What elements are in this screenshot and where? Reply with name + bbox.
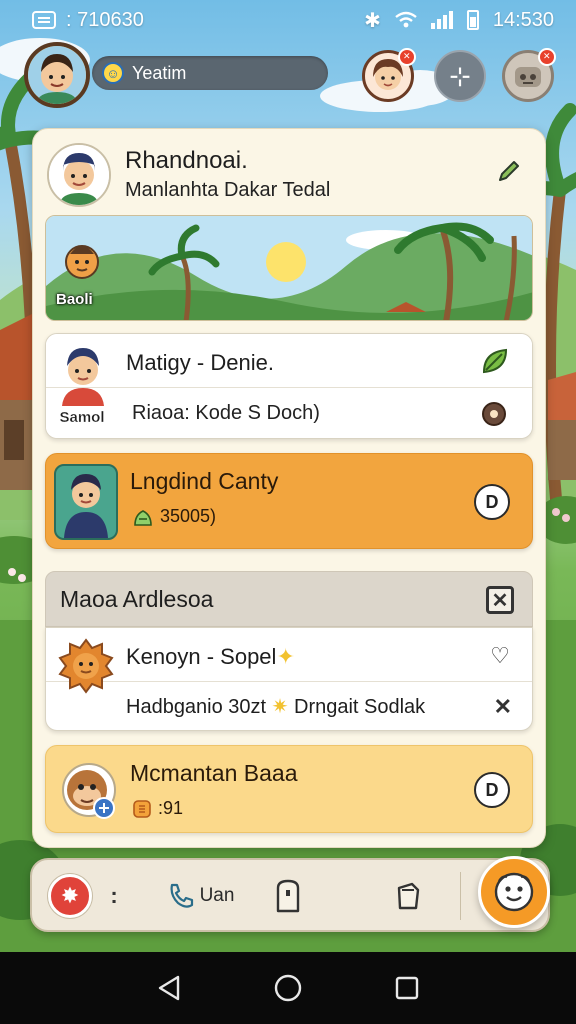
close-icon[interactable]: ✕	[494, 694, 512, 720]
dock-separator: :	[110, 883, 118, 908]
status-time: 14:530	[492, 8, 554, 31]
leaf-icon	[482, 348, 508, 374]
scenery-banner[interactable]: Baoli	[45, 215, 533, 321]
recents-icon	[395, 976, 418, 1000]
status-bar: : 710630 ✱ 14:530	[0, 0, 576, 40]
list-item-avatar	[56, 636, 116, 696]
list-item-subtitle: Hadbganio 30zt ✷ Drngait Sodlak	[126, 696, 426, 718]
search-field[interactable]: ☺ Yeatim	[92, 56, 328, 90]
list-item-title: Kenoyn - Sopel✦	[126, 644, 295, 669]
list-item-subtitle: :91	[132, 798, 183, 819]
call-button[interactable]: Uan	[150, 874, 250, 918]
highlight-card[interactable]: Lngdind Canty 35005) D	[45, 453, 533, 549]
recents-button[interactable]	[387, 968, 427, 1008]
banner-character-icon	[65, 245, 99, 279]
user-avatar[interactable]	[24, 42, 90, 108]
robot-icon	[515, 67, 541, 87]
back-button[interactable]	[149, 968, 189, 1008]
message-notification-icon	[32, 11, 56, 29]
close-box-icon[interactable]: ✕	[486, 586, 514, 614]
contact-subtitle: Riaoa: Kode S Doch)	[132, 402, 320, 424]
pencil-icon	[499, 161, 519, 181]
notification-badge	[538, 48, 556, 66]
leaf-button[interactable]	[478, 344, 512, 378]
add-button[interactable]: ⊹	[434, 50, 486, 102]
battery-icon	[466, 10, 479, 30]
play-icon: D	[485, 779, 499, 800]
highlight-amount: 35005)	[132, 506, 216, 527]
star-icon: ✷	[271, 696, 289, 718]
call-label: Uan	[199, 885, 235, 906]
banner-label: Baoli	[56, 291, 93, 308]
contact-card[interactable]: Samol Matigy - Denie. Riaoa: Kode S Doch…	[45, 333, 533, 439]
home-button[interactable]	[268, 968, 308, 1008]
phone-icon	[170, 883, 193, 908]
profile-avatar	[47, 143, 111, 207]
search-text: Yeatim	[132, 62, 187, 83]
heart-icon[interactable]: ♡	[486, 642, 514, 670]
edit-profile-button[interactable]	[491, 153, 527, 189]
user-avatar-face	[28, 46, 86, 104]
list-item-avatar	[54, 754, 124, 824]
list-item[interactable]: Mcmantan Baaa :91 D	[45, 745, 533, 833]
record-button[interactable]: ✸	[48, 874, 92, 918]
money-bag-icon	[134, 509, 152, 526]
bottom-dock: ✸ : Uan	[30, 858, 550, 932]
main-panel: Rhandnoai. Manlanhta Dakar Tedal Baoli S…	[32, 128, 546, 848]
tag-icon	[397, 882, 420, 910]
profile-subtitle: Manlanhta Dakar Tedal	[125, 179, 331, 201]
highlight-title: Lngdind Canty	[130, 468, 279, 494]
highlight-subtitle: 35005)	[160, 506, 217, 526]
contact-detail: Riaoa: Kode S Doch)	[46, 388, 532, 438]
monkey-icon	[62, 763, 116, 819]
lion-icon	[58, 638, 114, 694]
record-dot-icon[interactable]	[482, 402, 506, 426]
list-item-title: Mcmantan Baaa	[130, 760, 298, 786]
banner-landscape	[46, 216, 532, 320]
record-icon: ✸	[60, 883, 80, 908]
section-header: Maoa Ardlesoa ✕	[45, 571, 533, 627]
system-nav-bar	[0, 952, 576, 1024]
profile-avatar-face	[49, 145, 109, 205]
wifi-icon	[395, 11, 417, 28]
profile-header[interactable]: Rhandnoai. Manlanhta Dakar Tedal	[45, 139, 535, 219]
sparkle-icon: ✦	[276, 644, 295, 669]
highlight-avatar	[54, 464, 118, 540]
status-left-text: : 710630	[66, 8, 144, 31]
document-button[interactable]	[268, 874, 308, 918]
card-header-row	[46, 334, 532, 388]
back-icon	[159, 975, 180, 1001]
smiley-icon	[494, 872, 534, 912]
signal-icon	[430, 11, 453, 29]
banner-avatar	[58, 236, 106, 284]
plus-icon: ⊹	[449, 60, 471, 91]
tag-button[interactable]	[388, 874, 428, 918]
assistant-button[interactable]	[478, 856, 550, 928]
play-icon: D	[485, 491, 499, 512]
notification-badge	[398, 48, 416, 66]
home-icon	[274, 974, 302, 1002]
dock-divider	[460, 872, 461, 920]
contact-title: Matigy - Denie.	[126, 350, 274, 375]
list-item[interactable]: Kenoyn - Sopel✦ ♡ Hadbganio 30zt ✷ Drnga…	[45, 627, 533, 731]
bluetooth-icon: ✱	[364, 9, 381, 32]
coin-icon	[133, 799, 151, 818]
play-button[interactable]: D	[474, 484, 510, 520]
smiley-badge-icon: ☺	[102, 62, 124, 84]
profile-name: Rhandnoai.	[125, 147, 248, 174]
play-button[interactable]: D	[474, 772, 510, 808]
section-title: Maoa Ardlesoa	[60, 586, 214, 612]
highlight-avatar-face	[64, 474, 108, 538]
document-icon	[276, 879, 300, 913]
